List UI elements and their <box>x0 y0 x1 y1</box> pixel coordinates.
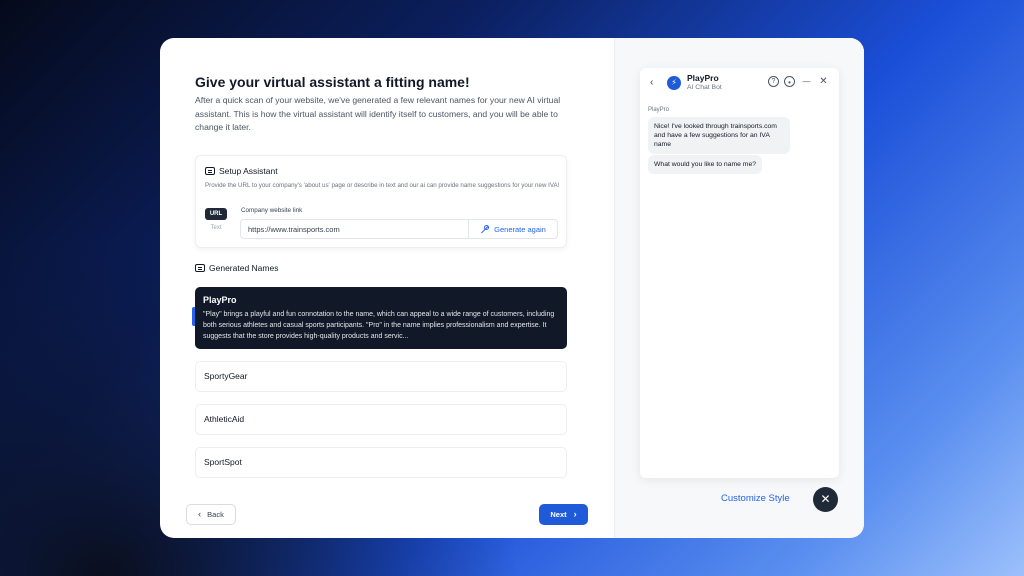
website-field-label: Company website link <box>241 207 303 214</box>
bot-subtitle: AI Chat Bot <box>687 84 722 91</box>
chevron-left-icon: ‹ <box>198 509 202 519</box>
generated-names-heading: Generated Names <box>195 263 278 273</box>
website-input[interactable]: https://www.trainsports.com <box>241 225 468 234</box>
generated-names-label: Generated Names <box>209 263 279 273</box>
magic-wand-icon <box>480 224 490 234</box>
name-option-description: "Play" brings a playful and fun connotat… <box>203 311 555 340</box>
name-option[interactable]: SportSpot <box>195 447 567 478</box>
help-icon[interactable]: ? <box>768 76 779 87</box>
text-tab[interactable]: Text <box>205 225 227 231</box>
back-label: Back <box>207 510 224 519</box>
chat-message: What would you like to name me? <box>648 155 763 174</box>
chevron-left-icon[interactable]: ‹ <box>650 77 653 88</box>
url-tab[interactable]: URL <box>205 208 227 220</box>
close-icon: ✕ <box>820 492 831 506</box>
generate-again-button[interactable]: Generate again <box>468 220 557 238</box>
chat-preview-panel: ‹ ⚡ PlayPro AI Chat Bot ? • — ✕ PlayPro … <box>614 38 864 538</box>
name-option-selected[interactable]: PlayPro "Play" brings a playful and fun … <box>195 287 567 349</box>
bot-name: PlayPro <box>687 73 719 83</box>
chevron-right-icon: › <box>573 509 577 519</box>
chat-message: Nice! I've looked through trainsports.co… <box>648 117 790 154</box>
chat-header: ‹ ⚡ PlayPro AI Chat Bot ? • — ✕ <box>640 68 839 100</box>
next-label: Next <box>550 510 567 519</box>
close-icon[interactable]: ✕ <box>818 76 829 87</box>
setup-description: Provide the URL to your company's 'about… <box>205 182 560 189</box>
wizard-card: Give your virtual assistant a fitting na… <box>160 38 864 538</box>
name-option[interactable]: AthleticAid <box>195 404 567 435</box>
assistant-icon <box>205 167 215 175</box>
name-option[interactable]: SportyGear <box>195 361 567 392</box>
customize-style-link[interactable]: Customize Style <box>721 493 790 504</box>
generate-again-label: Generate again <box>494 224 546 234</box>
bolt-icon: ⚡ <box>667 76 681 90</box>
back-button[interactable]: ‹ Back <box>186 504 236 525</box>
message-sender: PlayPro <box>648 107 670 113</box>
minimize-icon[interactable]: — <box>801 76 812 87</box>
page-description: After a quick scan of your website, we'v… <box>195 95 561 132</box>
close-chat-button[interactable]: ✕ <box>813 487 838 512</box>
wizard-main-panel: Give your virtual assistant a fitting na… <box>160 38 614 538</box>
setup-heading: Setup Assistant <box>205 166 278 176</box>
next-button[interactable]: Next › <box>539 504 588 525</box>
website-field: https://www.trainsports.com Generate aga… <box>240 219 558 239</box>
setup-assistant-panel: Setup Assistant Provide the URL to your … <box>195 155 567 248</box>
assistant-icon <box>195 264 205 272</box>
name-option-title: PlayPro <box>203 295 237 305</box>
chat-widget: ‹ ⚡ PlayPro AI Chat Bot ? • — ✕ PlayPro … <box>640 68 839 478</box>
palette-icon[interactable]: • <box>784 76 795 87</box>
setup-heading-label: Setup Assistant <box>219 166 278 176</box>
page-title: Give your virtual assistant a fitting na… <box>195 74 470 90</box>
